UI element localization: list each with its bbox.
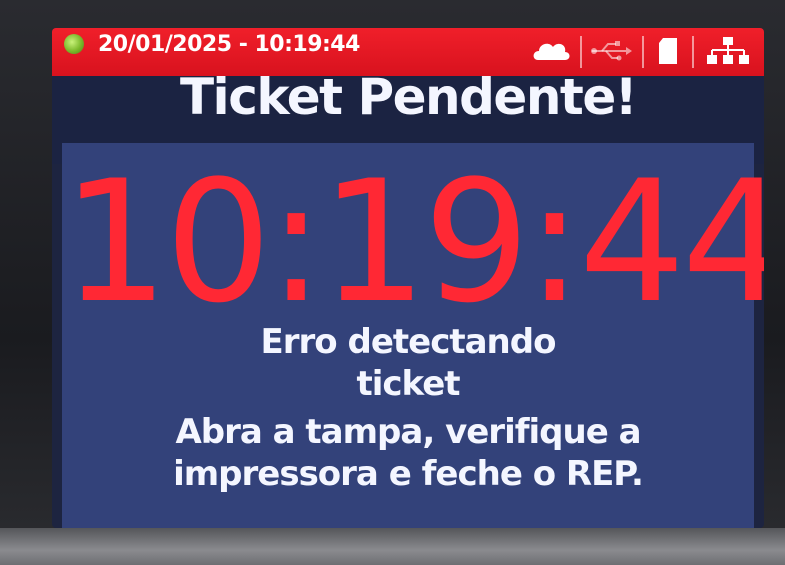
error-message-line: ticket <box>356 364 460 404</box>
status-separator <box>642 36 644 68</box>
status-datetime: 20/01/2025 - 10:19:44 <box>98 32 360 57</box>
sd-card-icon <box>650 36 686 66</box>
instruction-line: Abra a tampa, verifique a <box>175 412 641 452</box>
clock-display: 10:19:44 <box>62 144 764 340</box>
usb-icon <box>586 36 636 66</box>
page-title: Ticket Pendente! <box>179 68 638 126</box>
error-message-line: Erro detectando <box>260 322 557 362</box>
instruction-line: impressora e feche o REP. <box>173 454 644 494</box>
network-icon <box>700 36 756 66</box>
device-bezel <box>0 528 785 565</box>
main-panel: 10:19:44 Erro detectando ticket Abra a t… <box>62 143 764 528</box>
cloud-icon <box>528 36 574 66</box>
status-separator <box>692 36 694 68</box>
time-clock-device: 20/01/2025 - 10:19:44 Ticket Pendente! 1… <box>0 0 785 565</box>
status-led-icon <box>64 34 84 54</box>
display-screen: 20/01/2025 - 10:19:44 Ticket Pendente! 1… <box>52 28 764 528</box>
status-separator <box>580 36 582 68</box>
